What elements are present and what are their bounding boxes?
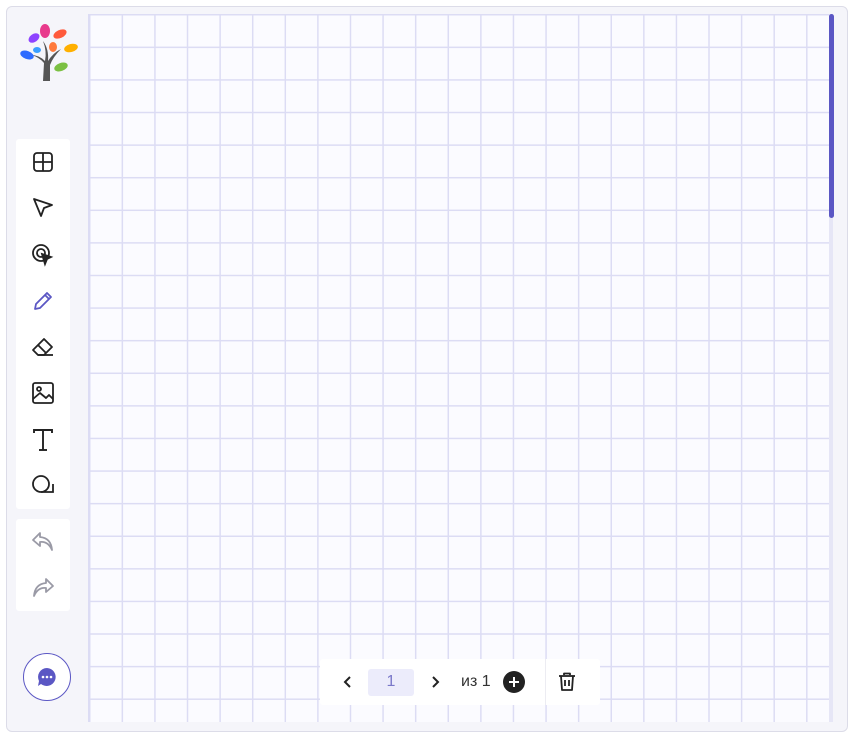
chat-bubble-icon <box>38 668 56 686</box>
laser-pointer-icon <box>32 243 54 267</box>
eraser-tool-button[interactable] <box>23 324 63 370</box>
cursor-arrow-icon <box>33 198 53 218</box>
select-tool-button[interactable] <box>23 185 63 231</box>
image-icon <box>32 382 54 405</box>
page-navigator: из 1 <box>320 659 600 705</box>
pen-tool-button[interactable] <box>23 278 63 324</box>
trash-icon <box>558 672 575 691</box>
image-tool-button[interactable] <box>23 370 63 416</box>
tree-logo-icon <box>20 24 78 81</box>
chat-button[interactable] <box>23 653 71 701</box>
vertical-scrollbar-thumb[interactable] <box>829 14 834 218</box>
pencil-icon <box>34 291 52 310</box>
text-icon <box>33 428 53 451</box>
text-tool-button[interactable] <box>23 417 63 463</box>
tool-palette <box>16 139 70 509</box>
add-page-button[interactable] <box>502 671 525 693</box>
drawing-canvas[interactable] <box>88 14 833 722</box>
delete-page-button[interactable] <box>552 667 582 697</box>
chevron-right-icon <box>432 676 440 688</box>
eraser-icon <box>32 338 53 357</box>
total-pages-label: из 1 <box>461 673 491 690</box>
shapes-icon <box>32 474 54 493</box>
redo-icon <box>33 578 54 597</box>
grid-icon <box>33 152 53 173</box>
pager-divider <box>544 659 546 705</box>
undo-icon <box>32 532 53 551</box>
history-controls <box>16 519 70 611</box>
grid-tool-button[interactable] <box>23 139 63 185</box>
shapes-tool-button[interactable] <box>23 463 63 509</box>
chevron-left-icon <box>343 676 351 688</box>
previous-page-button[interactable] <box>333 667 363 697</box>
plus-circle-icon <box>508 677 519 687</box>
next-page-button[interactable] <box>420 667 450 697</box>
laser-tool-button[interactable] <box>23 232 63 278</box>
page-number-input[interactable] <box>368 668 414 696</box>
undo-button[interactable] <box>23 519 63 565</box>
redo-button[interactable] <box>23 565 63 611</box>
